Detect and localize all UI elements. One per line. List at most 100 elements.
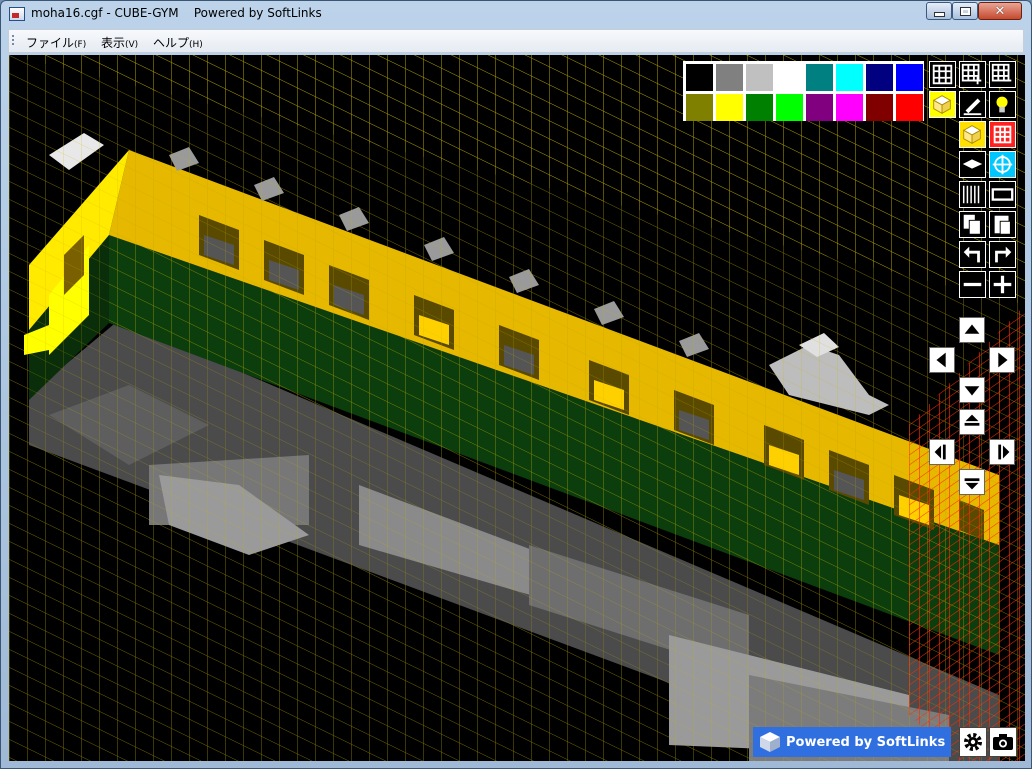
brand-text: Powered by SoftLinks [786, 734, 946, 750]
menu-file-accel: (F) [74, 40, 87, 50]
pan-right-icon [998, 352, 1008, 368]
frame-icon [991, 188, 1014, 201]
settings-gear-icon [964, 733, 982, 751]
pan-left-icon [936, 352, 946, 368]
zoom-out-icon [963, 282, 982, 287]
plane-tool-button[interactable] [959, 151, 986, 178]
title-bar[interactable]: moha16.cgf - CUBE-GYM Powered by SoftLin… [1, 1, 1031, 27]
color-swatch[interactable] [836, 64, 863, 91]
pan-right-button[interactable] [989, 347, 1015, 373]
color-swatch[interactable] [746, 64, 773, 91]
rotate-left-icon [934, 444, 946, 460]
rotate-up-button[interactable] [959, 409, 985, 435]
app-icon[interactable] [9, 7, 25, 21]
lightbulb-tool-button[interactable] [989, 91, 1016, 118]
slice-icon [962, 185, 980, 204]
menu-file-label: ファイル [26, 36, 75, 50]
redo-tool-button[interactable] [989, 241, 1016, 268]
pencil-icon [963, 98, 982, 116]
camera-button[interactable] [989, 727, 1017, 757]
menu-view[interactable]: 表示(V) [101, 34, 138, 51]
minimize-button[interactable] [926, 2, 952, 20]
menu-help-accel: (H) [189, 40, 203, 50]
window-title: moha16.cgf - CUBE-GYM Powered by SoftLin… [31, 6, 322, 20]
voxel-scene [9, 55, 1025, 761]
rotate-down-icon [964, 478, 980, 490]
grid-remove-icon [991, 63, 1012, 82]
grid-red-tool-button[interactable] [989, 121, 1016, 148]
undo-tool-button[interactable] [959, 241, 986, 268]
3d-viewport[interactable]: Powered by SoftLinks [9, 55, 1025, 761]
cube-select-tool-button[interactable] [959, 121, 986, 148]
pencil-tool-button[interactable] [959, 91, 986, 118]
zoom-out-tool-button[interactable] [959, 271, 986, 298]
app-window: moha16.cgf - CUBE-GYM Powered by SoftLin… [0, 0, 1032, 769]
color-swatch[interactable] [746, 94, 773, 121]
zoom-in-tool-button[interactable] [989, 271, 1016, 298]
close-button[interactable]: ✕ [978, 2, 1022, 20]
color-swatch[interactable] [686, 64, 713, 91]
cube-draw-icon [930, 92, 955, 117]
color-swatch[interactable] [896, 94, 923, 121]
color-swatch[interactable] [686, 94, 713, 121]
menu-help[interactable]: ヘルプ(H) [153, 34, 203, 51]
menu-view-accel: (V) [125, 40, 139, 50]
grid-remove-tool-button[interactable] [989, 61, 1016, 88]
crosshair-tool-button[interactable] [989, 151, 1016, 178]
color-palette [683, 61, 924, 121]
copy-tool-button[interactable] [959, 211, 986, 238]
frame-tool-button[interactable] [989, 181, 1016, 208]
rotate-down-button[interactable] [959, 469, 985, 495]
color-swatch[interactable] [716, 64, 743, 91]
color-swatch[interactable] [836, 94, 863, 121]
zoom-in-icon [993, 275, 1012, 294]
color-swatch[interactable] [776, 94, 803, 121]
maximize-button[interactable] [952, 2, 978, 20]
pan-down-button[interactable] [959, 377, 985, 403]
menubar-grip [12, 35, 14, 47]
softlinks-cube-icon [760, 732, 780, 752]
front-grid [9, 55, 1025, 761]
minimize-icon [933, 11, 945, 17]
grid-red-icon [990, 122, 1015, 147]
rotate-left-button[interactable] [929, 439, 955, 465]
paste-tool-button[interactable] [989, 211, 1016, 238]
camera-icon [993, 734, 1013, 750]
color-swatch[interactable] [716, 94, 743, 121]
plane-icon [962, 159, 983, 169]
redo-icon [995, 246, 1012, 263]
grid-add-tool-button[interactable] [959, 61, 986, 88]
menu-file[interactable]: ファイル(F) [26, 34, 86, 51]
color-swatch[interactable] [866, 94, 893, 121]
menu-view-label: 表示 [101, 36, 126, 50]
rotate-up-icon [964, 414, 980, 426]
pan-up-button[interactable] [959, 317, 985, 343]
grid-plane-tool-button[interactable] [929, 61, 956, 88]
undo-icon [963, 246, 980, 263]
color-swatch[interactable] [776, 64, 803, 91]
cube-select-icon [960, 122, 985, 147]
pan-left-button[interactable] [929, 347, 955, 373]
lightbulb-icon [996, 96, 1008, 113]
menu-help-label: ヘルプ [153, 36, 190, 50]
rotate-right-button[interactable] [989, 439, 1015, 465]
crosshair-icon [990, 152, 1015, 177]
pan-up-icon [964, 324, 980, 334]
pan-down-icon [964, 386, 980, 396]
color-swatch[interactable] [866, 64, 893, 91]
settings-button[interactable] [959, 727, 987, 757]
slice-tool-button[interactable] [959, 181, 986, 208]
maximize-icon [959, 6, 971, 16]
paste-icon [994, 215, 1011, 235]
copy-icon [963, 214, 981, 235]
cube-draw-tool-button[interactable] [929, 91, 956, 118]
color-swatch[interactable] [806, 94, 833, 121]
close-icon: ✕ [994, 3, 1006, 19]
brand-badge[interactable]: Powered by SoftLinks [753, 727, 951, 757]
menu-bar: ファイル(F) 表示(V) ヘルプ(H) [8, 29, 1024, 53]
grid-add-icon [961, 63, 982, 85]
color-swatch[interactable] [896, 64, 923, 91]
color-swatch[interactable] [806, 64, 833, 91]
rotate-right-icon [998, 444, 1010, 460]
grid-plane-icon [932, 64, 953, 85]
